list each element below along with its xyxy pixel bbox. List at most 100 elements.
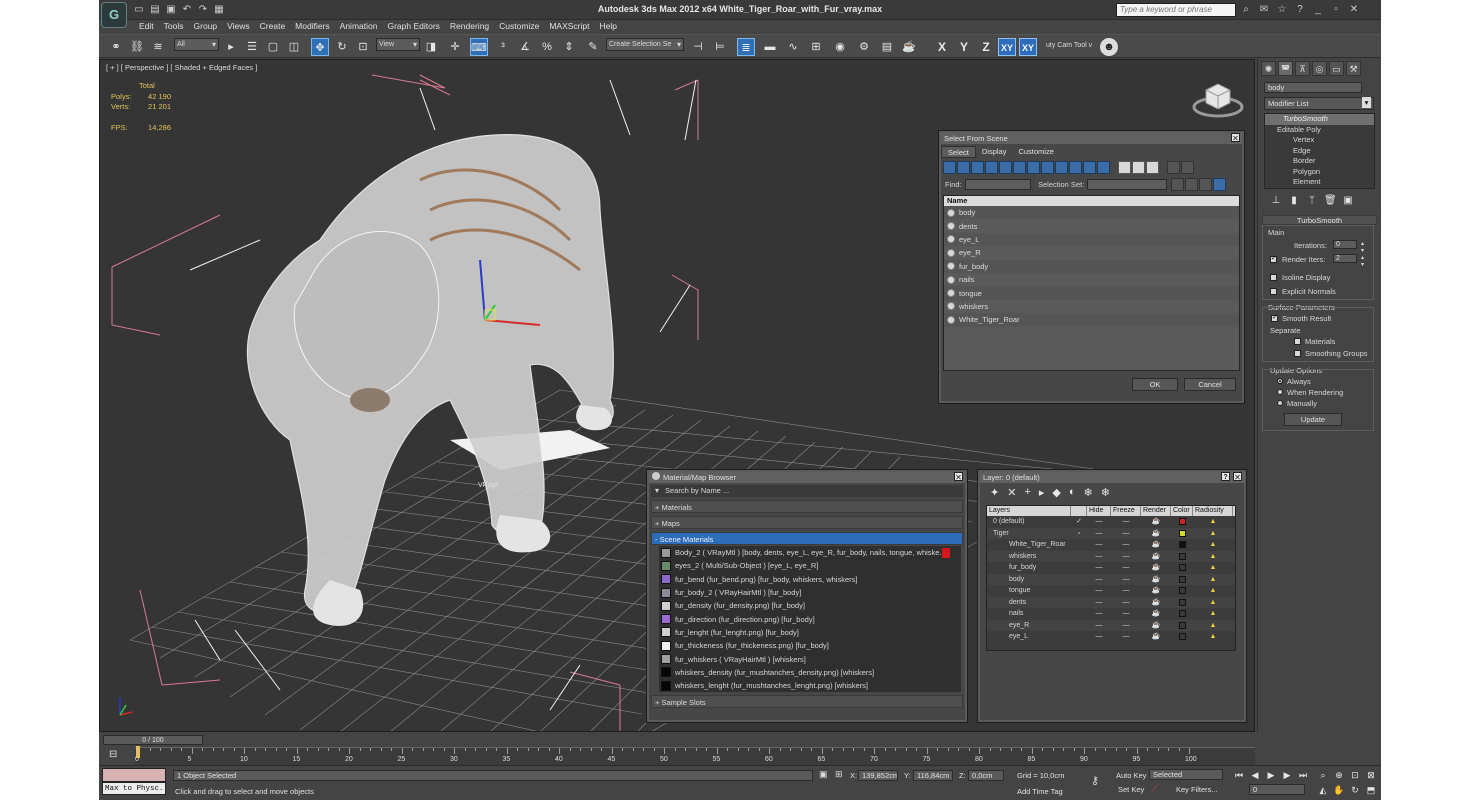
radiosity-icon[interactable]: ▲ <box>1193 528 1233 540</box>
orbit-icon[interactable]: ↻ <box>1349 784 1361 796</box>
col-render[interactable]: Render <box>1141 506 1171 516</box>
radiosity-icon[interactable]: ▲ <box>1193 631 1233 643</box>
axis-x-button[interactable]: X <box>933 38 951 56</box>
active-layer-icon[interactable] <box>1071 574 1087 586</box>
hide-toggle[interactable]: — <box>1087 597 1111 609</box>
close-icon[interactable]: ✕ <box>1348 3 1360 16</box>
filter-icon[interactable] <box>985 161 998 174</box>
select-by-name-icon[interactable]: ☰ <box>243 38 261 56</box>
angle-snap-icon[interactable]: ∡ <box>516 38 534 56</box>
curve-editor-mini-icon[interactable]: ⊟ <box>109 749 121 761</box>
radiosity-icon[interactable]: ▲ <box>1193 585 1233 597</box>
layer-row[interactable]: nails — — ☕ ▲ <box>987 608 1235 620</box>
time-cursor[interactable] <box>136 746 140 758</box>
col-layers[interactable]: Layers <box>987 506 1071 516</box>
layer-color-swatch[interactable] <box>1171 562 1193 574</box>
layer-row[interactable]: fur_body — — ☕ ▲ <box>987 562 1235 574</box>
select-rotate-icon[interactable]: ↻ <box>333 38 351 56</box>
motion-tab-icon[interactable]: ◎ <box>1312 61 1327 76</box>
stack-polygon[interactable]: Polygon <box>1265 167 1374 178</box>
freeze-toggle[interactable]: — <box>1111 585 1141 597</box>
restore-icon[interactable]: ▫ <box>1330 3 1342 16</box>
freeze-toggle[interactable]: — <box>1111 516 1141 528</box>
layer-row[interactable]: dents — — ☕ ▲ <box>987 596 1235 609</box>
layer-row[interactable]: body — — ☕ ▲ <box>987 573 1235 586</box>
play-icon[interactable]: ▶ <box>1265 769 1277 781</box>
set-key-button[interactable]: Set Key <box>1118 785 1144 794</box>
key-selection-dropdown[interactable]: Selected <box>1149 769 1223 780</box>
menu-modifiers[interactable]: Modifiers <box>290 20 334 34</box>
freeze-toggle[interactable]: — <box>1111 551 1141 563</box>
layer-color-swatch[interactable] <box>1171 551 1193 563</box>
zoom-extents-icon[interactable]: ⊡ <box>1349 769 1361 781</box>
key-filters-button[interactable]: Key Filters... <box>1176 785 1218 794</box>
layer-color-swatch[interactable] <box>1171 631 1193 643</box>
active-layer-icon[interactable] <box>1071 631 1087 643</box>
zoom-extents-all-icon[interactable]: ⊠ <box>1365 769 1377 781</box>
material-item[interactable]: fur_direction (fur_direction.png) [fur_b… <box>659 612 961 625</box>
materials-rollout[interactable]: + Materials <box>651 500 963 513</box>
menu-select[interactable]: Select <box>941 146 976 158</box>
binoculars-icon[interactable]: ⌕ <box>1240 3 1252 16</box>
list-item[interactable]: fur_body <box>944 259 1239 273</box>
active-layer-icon[interactable] <box>1071 539 1087 551</box>
material-item[interactable]: whiskers_lenght (fur_mushtanches_lenght.… <box>659 679 961 692</box>
zoom-all-icon[interactable]: ⊕ <box>1333 769 1345 781</box>
active-layer-icon[interactable] <box>1071 597 1087 609</box>
keyboard-shortcut-icon[interactable]: ⌨ <box>470 38 488 56</box>
layer-row[interactable]: Tiger ▫ — — ☕ ▲ <box>987 527 1235 540</box>
refresh-icon[interactable]: ❄ <box>1101 486 1110 499</box>
funnel-icon[interactable] <box>1167 161 1180 174</box>
stack-editable-poly[interactable]: Editable Poly <box>1265 125 1374 136</box>
hide-toggle[interactable]: — <box>1087 631 1111 643</box>
selection-filter-dropdown[interactable]: All <box>174 38 219 51</box>
active-layer-icon[interactable]: ▫ <box>1071 528 1087 540</box>
axis-xy-cycle-button[interactable]: XY <box>1019 38 1037 56</box>
material-item[interactable]: fur_density (fur_density.png) [fur_body] <box>659 599 961 612</box>
render-production-icon[interactable]: ☕ <box>900 38 918 56</box>
y-coord-input[interactable]: 116,84cm <box>913 770 953 781</box>
modifier-list-dropdown[interactable]: Modifier List <box>1264 97 1374 110</box>
hide-toggle[interactable]: — <box>1087 574 1111 586</box>
fov-icon[interactable]: ◭ <box>1317 784 1329 796</box>
render-teapot-icon[interactable]: ☕ <box>1141 528 1171 540</box>
mirror-icon[interactable]: ⊣ <box>689 38 707 56</box>
filter-icon[interactable] <box>1097 161 1110 174</box>
configure-sets-icon[interactable]: ▣ <box>1342 195 1354 207</box>
filter-icon[interactable] <box>957 161 970 174</box>
edit-named-selection-icon[interactable]: ✎ <box>584 38 602 56</box>
maxscript-listener[interactable] <box>102 768 166 782</box>
rendered-frame-icon[interactable]: ▤ <box>878 38 896 56</box>
layer-color-swatch[interactable] <box>1171 585 1193 597</box>
create-tab-icon[interactable]: ✺ <box>1261 61 1276 76</box>
select-move-icon[interactable]: ✥ <box>311 38 329 56</box>
active-layer-icon[interactable]: ✓ <box>1071 516 1087 528</box>
list-item[interactable]: dents <box>944 219 1239 232</box>
hierarchy-tab-icon[interactable]: ⊼ <box>1295 61 1310 76</box>
radiosity-icon[interactable]: ▲ <box>1193 608 1233 620</box>
stack-element[interactable]: Element <box>1265 177 1374 188</box>
cancel-button[interactable]: Cancel <box>1184 378 1236 391</box>
window-crossing-icon[interactable]: ◫ <box>285 38 303 56</box>
menu-tools[interactable]: Tools <box>159 20 189 34</box>
menu-customize[interactable]: Customize <box>1012 146 1059 158</box>
set-icon[interactable] <box>1185 178 1198 191</box>
key-icon[interactable]: ⚷ <box>1091 774 1107 787</box>
add-time-tag[interactable]: Add Time Tag <box>1017 787 1063 796</box>
freeze-toggle[interactable]: — <box>1111 562 1141 574</box>
list-item[interactable]: White_Tiger_Roar <box>944 313 1239 327</box>
filter-icon[interactable] <box>1069 161 1082 174</box>
layer-row[interactable]: eye_L — — ☕ ▲ <box>987 631 1235 643</box>
bind-spacewarp-icon[interactable]: ≋ <box>149 38 167 56</box>
render-setup-icon[interactable]: ⚙ <box>855 38 873 56</box>
select-all-icon[interactable] <box>1118 161 1131 174</box>
percent-snap-icon[interactable]: % <box>538 38 556 56</box>
radiosity-icon[interactable]: ▲ <box>1193 574 1233 586</box>
list-item[interactable]: eye_R <box>944 246 1239 259</box>
rect-selection-icon[interactable]: ▢ <box>264 38 282 56</box>
scene-materials-rollout[interactable]: - Scene Materials <box>651 532 963 545</box>
unlink-icon[interactable]: ⛓ <box>128 38 146 56</box>
stack-border[interactable]: Border <box>1265 156 1374 167</box>
layer-color-swatch[interactable] <box>1171 608 1193 620</box>
layer-color-swatch[interactable] <box>1171 620 1193 632</box>
